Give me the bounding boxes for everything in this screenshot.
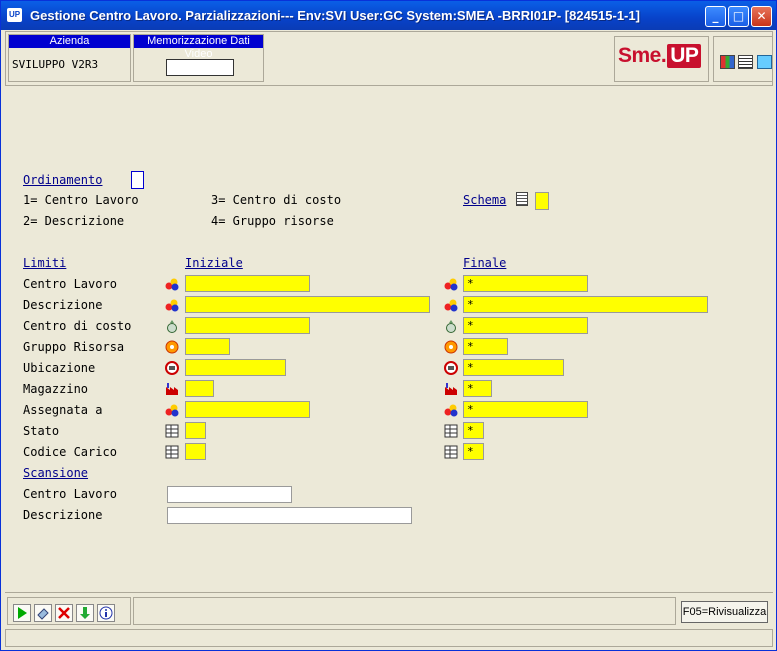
limiti-label-magazzino: Magazzino (23, 382, 89, 396)
limiti-label-centro-lavoro: Centro Lavoro (23, 277, 117, 291)
gruppo-risorsa-finale-input[interactable]: * (463, 338, 508, 355)
limiti-label-ubicazione: Ubicazione (23, 361, 96, 375)
main-form: Ordinamento 1= Centro Lavoro 2= Descrizi… (5, 87, 773, 591)
limiti-label-stato: Stato (23, 424, 60, 438)
azienda-box: Azienda SVILUPPO V2R3 (8, 34, 131, 82)
eraser-icon[interactable] (34, 604, 52, 622)
document-icon[interactable] (738, 55, 753, 69)
gruppo-risorsa-iniziale-input[interactable] (185, 338, 230, 355)
ordinamento-option-4: 4= Gruppo risorse (211, 214, 334, 228)
f05-refresh-button[interactable]: F05=Rivisualizza (681, 601, 768, 623)
scansione-label-descrizione: Descrizione (23, 508, 103, 522)
title-bar[interactable]: UP Gestione Centro Lavoro. Parzializzazi… (1, 1, 776, 30)
people-icon[interactable] (444, 277, 458, 291)
azienda-caption: Azienda (9, 35, 130, 48)
ubicazione-finale-input[interactable]: * (463, 359, 564, 376)
memorizzazione-input[interactable] (166, 59, 234, 76)
display-icon[interactable] (720, 55, 735, 69)
table-icon[interactable] (165, 445, 179, 459)
maximize-button[interactable]: □ (728, 6, 749, 27)
command-buttons (7, 597, 131, 625)
limiti-label-gruppo-risorsa: Gruppo Risorsa (23, 340, 125, 354)
location-icon[interactable] (444, 361, 458, 375)
message-area (133, 597, 676, 625)
copy-icon[interactable] (516, 192, 528, 206)
ordinamento-option-3: 3= Centro di costo (211, 193, 342, 207)
table-icon[interactable] (165, 424, 179, 438)
window-title: Gestione Centro Lavoro. Parzializzazioni… (30, 8, 640, 23)
descrizione-iniziale-input[interactable] (185, 296, 430, 313)
ordinamento-option-1: 1= Centro Lavoro (23, 193, 139, 207)
centro-lavoro-finale-input[interactable]: * (463, 275, 588, 292)
info-icon[interactable] (97, 604, 115, 622)
smeup-logo: Sme. UP (614, 36, 709, 82)
ubicazione-iniziale-input[interactable] (185, 359, 286, 376)
warehouse-icon[interactable] (444, 382, 458, 396)
limiti-label-centro-di-costo: Centro di costo (23, 319, 132, 333)
back-arrow-icon[interactable] (76, 604, 94, 622)
memorizzazione-box: Memorizzazione Dati Video (133, 34, 264, 82)
people-icon[interactable] (165, 403, 179, 417)
stato-finale-input[interactable]: * (463, 422, 484, 439)
ordinamento-label: Ordinamento (23, 173, 103, 187)
assegnata-a-iniziale-input[interactable] (185, 401, 310, 418)
codice-carico-finale-input[interactable]: * (463, 443, 484, 460)
memorizzazione-caption: Memorizzazione Dati Video (134, 35, 263, 60)
resource-group-icon[interactable] (165, 340, 179, 354)
schema-label[interactable]: Schema (463, 193, 506, 207)
finale-header: Finale (463, 256, 507, 270)
schema-input[interactable] (535, 192, 549, 210)
location-icon[interactable] (165, 361, 179, 375)
centro-di-costo-iniziale-input[interactable] (185, 317, 310, 334)
stato-iniziale-input[interactable] (185, 422, 206, 439)
magazzino-finale-input[interactable]: * (463, 380, 492, 397)
descrizione-finale-input[interactable]: * (463, 296, 708, 313)
magazzino-iniziale-input[interactable] (185, 380, 214, 397)
cube-icon[interactable] (757, 55, 772, 69)
header-icons (713, 36, 773, 82)
scansione-label-centro-lavoro: Centro Lavoro (23, 487, 117, 501)
table-icon[interactable] (444, 445, 458, 459)
warehouse-icon[interactable] (165, 382, 179, 396)
people-icon[interactable] (165, 298, 179, 312)
cost-center-icon[interactable] (165, 319, 179, 333)
logo-text-b: UP (667, 44, 702, 68)
header-panel: Azienda SVILUPPO V2R3 Memorizzazione Dat… (5, 31, 773, 86)
scansione-centro-lavoro-input[interactable] (167, 486, 292, 503)
scansione-label: Scansione (23, 466, 89, 480)
centro-di-costo-finale-input[interactable]: * (463, 317, 588, 334)
cost-center-icon[interactable] (444, 319, 458, 333)
status-bar (5, 629, 773, 647)
app-icon[interactable]: UP (7, 8, 22, 22)
iniziale-header: Iniziale (185, 256, 243, 270)
ordinamento-input[interactable] (131, 171, 144, 189)
resource-group-icon[interactable] (444, 340, 458, 354)
play-icon[interactable] (13, 604, 31, 622)
limiti-label-codice-carico: Codice Carico (23, 445, 117, 459)
people-icon[interactable] (165, 277, 179, 291)
table-icon[interactable] (444, 424, 458, 438)
people-icon[interactable] (444, 403, 458, 417)
cancel-icon[interactable] (55, 604, 73, 622)
footer-toolbar: F05=Rivisualizza (5, 592, 773, 627)
assegnata-a-finale-input[interactable]: * (463, 401, 588, 418)
people-icon[interactable] (444, 298, 458, 312)
limiti-label: Limiti (23, 256, 67, 270)
scansione-descrizione-input[interactable] (167, 507, 412, 524)
application-window: UP Gestione Centro Lavoro. Parzializzazi… (0, 0, 777, 651)
centro-lavoro-iniziale-input[interactable] (185, 275, 310, 292)
limiti-label-descrizione: Descrizione (23, 298, 103, 312)
minimize-button[interactable]: _ (705, 6, 726, 27)
ordinamento-option-2: 2= Descrizione (23, 214, 125, 228)
logo-text-a: Sme. (618, 44, 667, 67)
codice-carico-iniziale-input[interactable] (185, 443, 206, 460)
azienda-value: SVILUPPO V2R3 (12, 58, 99, 71)
limiti-label-assegnata-a: Assegnata a (23, 403, 103, 417)
close-button[interactable]: ✕ (751, 6, 772, 27)
